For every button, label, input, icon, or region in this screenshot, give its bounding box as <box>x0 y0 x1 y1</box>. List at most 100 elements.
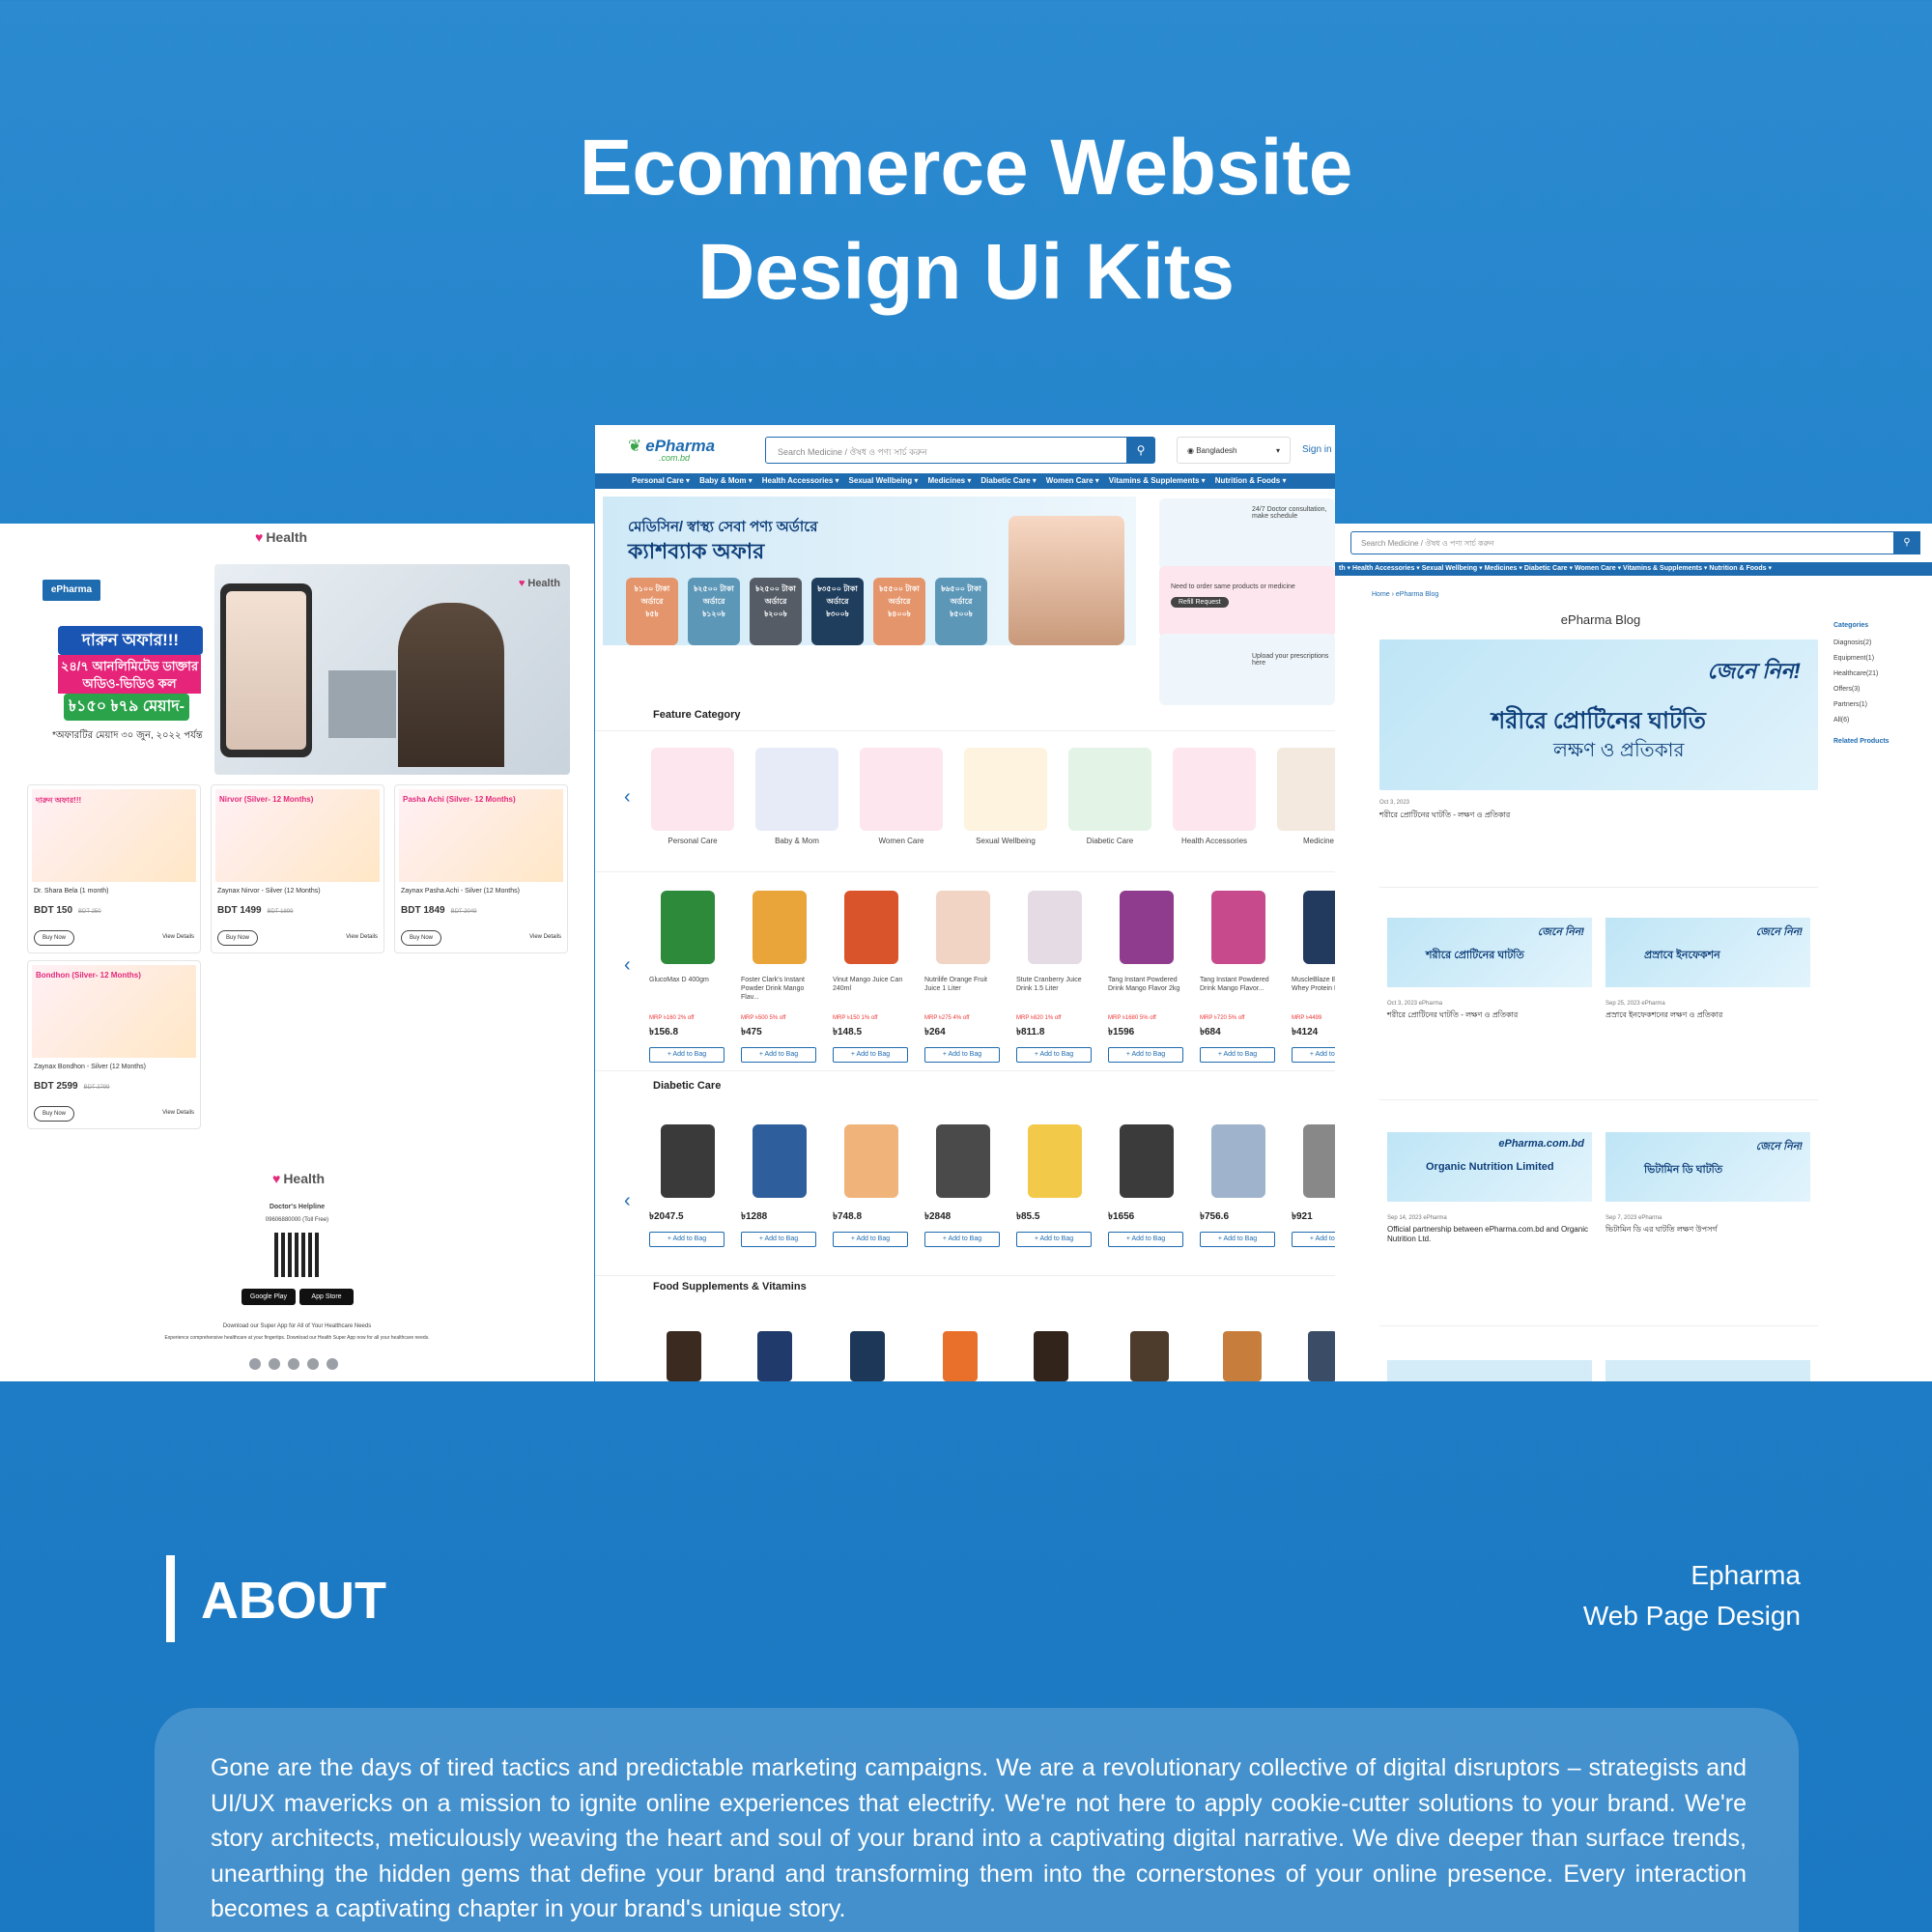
category-item[interactable]: Baby & Mom <box>755 748 838 845</box>
youtube-icon[interactable] <box>327 1358 338 1370</box>
breadcrumb[interactable]: Home › ePharma Blog <box>1372 591 1438 598</box>
nav-item[interactable]: Diabetic Care ▾ <box>980 473 1036 489</box>
doctor-consult-box[interactable]: 24/7 Doctor consultation, make schedule <box>1159 498 1335 570</box>
product-item[interactable]: ৳1288 + Add to Bag <box>741 1124 818 1247</box>
chevron-left-icon[interactable]: ‹ <box>624 786 631 809</box>
product-item[interactable]: ৳2047.5 + Add to Bag <box>649 1124 726 1247</box>
category-nav[interactable]: th ▾ Health Accessories ▾ Sexual Wellbei… <box>1335 562 1932 576</box>
search-button[interactable]: ⚲ <box>1126 437 1155 464</box>
add-to-bag-button[interactable]: + Add to Bag <box>924 1232 1000 1247</box>
buy-now-button[interactable]: Buy Now <box>401 930 441 946</box>
product-item[interactable]: ৳748.8 + Add to Bag <box>833 1124 910 1247</box>
product-item[interactable]: ৳921+ Add to Bag <box>1292 1124 1335 1247</box>
product-item[interactable]: Stute Cranberry Juice Drink 1.5 Liter MRP… <box>1016 891 1094 1063</box>
add-to-bag-button[interactable]: + Add to Bag <box>649 1047 724 1063</box>
product-item[interactable]: Tang Instant Powdered Drink Mango Flavor… <box>1108 891 1185 1063</box>
category-item[interactable]: Diabetic Care <box>1068 748 1151 845</box>
nav-item[interactable]: Health Accessories ▾ <box>762 473 839 489</box>
cashback-banner[interactable]: মেডিসিন/ স্বাস্থ্য সেবা পণ্য অর্ডারে ক্য… <box>603 497 1136 645</box>
category-item[interactable]: Personal Care <box>651 748 734 845</box>
product-item[interactable]: Foster Clark's Instant Powder Drink Mang… <box>741 891 818 1063</box>
post-title[interactable]: শরীরে প্রোটিনের ঘাটতি - লক্ষণ ও প্রতিকার <box>1387 1010 1592 1020</box>
post-title[interactable]: প্রস্রাবে ইনফেকশনের লক্ষণ ও প্রতিকার <box>1605 1010 1810 1020</box>
chevron-left-icon[interactable]: ‹ <box>624 1190 631 1212</box>
nav-item[interactable]: Baby & Mom ▾ <box>699 473 753 489</box>
helpline-number[interactable]: 09606880000 (Toll Free) <box>0 1217 594 1223</box>
prescription-box[interactable]: Upload your prescriptions here <box>1159 634 1335 705</box>
featured-title[interactable]: শরীরে প্রোটিনের ঘাটতি - লক্ষণ ও প্রতিকার <box>1379 810 1510 822</box>
product-item[interactable]: MuscleBlaze Beginner's Whey Protein Pow.… <box>1292 891 1335 1063</box>
product-item[interactable]: Vinut Mango Juice Can 240ml MRP ৳150 1% o… <box>833 891 910 1063</box>
sign-in-link[interactable]: Sign in <box>1302 444 1332 455</box>
buy-now-button[interactable]: Buy Now <box>217 930 258 946</box>
blog-post-card[interactable]: ePharma.com.bd Organic Nutrition Limited … <box>1387 1132 1592 1244</box>
product-item[interactable]: ৳1656 + Add to Bag <box>1108 1124 1185 1247</box>
category-link[interactable]: Equipment(1) <box>1833 655 1874 662</box>
twitter-icon[interactable] <box>288 1358 299 1370</box>
category-link[interactable]: All(6) <box>1833 717 1849 724</box>
nav-item[interactable]: Nutrition & Foods ▾ <box>1215 473 1287 489</box>
linkedin-icon[interactable] <box>269 1358 280 1370</box>
view-details-link[interactable]: View Details <box>529 934 561 940</box>
category-item[interactable]: Medicine <box>1277 748 1335 845</box>
product-card[interactable]: Pasha Achi (Silver- 12 Months) Zaynax Pa… <box>394 784 568 953</box>
category-link[interactable]: Diagnosis(2) <box>1833 639 1871 646</box>
product-item[interactable]: ৳2848 + Add to Bag <box>924 1124 1002 1247</box>
add-to-bag-button[interactable]: + Add to Bag <box>1108 1232 1183 1247</box>
product-item[interactable]: ৳756.6 + Add to Bag <box>1200 1124 1277 1247</box>
category-link[interactable]: Healthcare(21) <box>1833 670 1878 677</box>
category-item[interactable]: Health Accessories <box>1173 748 1256 845</box>
add-to-bag-button[interactable]: + Add to Bag <box>1108 1047 1183 1063</box>
add-to-bag-button[interactable]: + Add to Bag <box>1200 1232 1275 1247</box>
add-to-bag-button[interactable]: + Add to Bag <box>649 1232 724 1247</box>
nav-item[interactable]: Personal Care ▾ <box>632 473 690 489</box>
add-to-bag-button[interactable]: + Add to Bag <box>1016 1232 1092 1247</box>
refill-box[interactable]: Need to order same products or medicine R… <box>1159 566 1335 638</box>
epharma-logo[interactable]: ❦ ePharma .com.bd <box>628 437 715 463</box>
post-title[interactable]: Official partnership between ePharma.com… <box>1387 1225 1592 1244</box>
category-link[interactable]: Partners(1) <box>1833 701 1867 708</box>
buy-now-button[interactable]: Buy Now <box>34 930 74 946</box>
nav-item[interactable]: Vitamins & Supplements ▾ <box>1109 473 1206 489</box>
product-item[interactable]: ৳85.5 + Add to Bag <box>1016 1124 1094 1247</box>
search-input[interactable]: Search Medicine / ঔষধ ও পণ্য সার্চ করুন <box>1350 531 1907 554</box>
product-item[interactable]: Nutrilife Orange Fruit Juice 1 Liter MRP … <box>924 891 1002 1063</box>
google-play-button[interactable]: Google Play <box>242 1289 296 1305</box>
category-item[interactable]: Women Care <box>860 748 943 845</box>
product-card[interactable]: Nirvor (Silver- 12 Months) Zaynax Nirvor… <box>211 784 384 953</box>
add-to-bag-button[interactable]: + Add to Bag <box>1292 1047 1335 1063</box>
search-input[interactable]: Search Medicine / ঔষধ ও পণ্য সার্চ করুন <box>765 437 1130 464</box>
post-title[interactable]: ভিটামিন ডি এর ঘাটতি লক্ষণ উপসর্গ <box>1605 1225 1810 1235</box>
search-button[interactable]: ⚲ <box>1893 531 1920 554</box>
add-to-bag-button[interactable]: + Add to Bag <box>833 1047 908 1063</box>
blog-featured-banner[interactable]: জেনে নিন! শরীরে প্রোটিনের ঘাটতি লক্ষণ ও … <box>1379 639 1818 790</box>
instagram-icon[interactable] <box>307 1358 319 1370</box>
product-card[interactable]: Bondhon (Silver- 12 Months) Zaynax Bondh… <box>27 960 201 1129</box>
category-link[interactable]: Offers(3) <box>1833 686 1861 693</box>
view-details-link[interactable]: View Details <box>162 1110 194 1116</box>
app-store-button[interactable]: App Store <box>299 1289 354 1305</box>
product-card[interactable]: দারুন অফার!!! Dr. Shara Bela (1 month) B… <box>27 784 201 953</box>
product-item[interactable]: GlucoMax D 400gm MRP ৳160 2% off ৳156.8 + A… <box>649 891 726 1063</box>
blog-post-card[interactable]: জেনে নিন! প্রস্রাবে ইনফেকশন Sep 25, 2023 … <box>1605 918 1810 1020</box>
view-details-link[interactable]: View Details <box>162 934 194 940</box>
add-to-bag-button[interactable]: + Add to Bag <box>833 1232 908 1247</box>
add-to-bag-button[interactable]: + Add to Bag <box>1016 1047 1092 1063</box>
blog-post-card[interactable]: জেনে নিন! শরীরে প্রোটিনের ঘাটতি Oct 3, 20… <box>1387 918 1592 1020</box>
add-to-bag-button[interactable]: + Add to Bag <box>741 1232 816 1247</box>
add-to-bag-button[interactable]: + Add to Bag <box>741 1047 816 1063</box>
location-select[interactable]: ◉ Bangladesh ▾ <box>1177 437 1291 464</box>
chevron-left-icon[interactable]: ‹ <box>624 954 631 977</box>
add-to-bag-button[interactable]: + Add to Bag <box>1200 1047 1275 1063</box>
add-to-bag-button[interactable]: + Add to Bag <box>1292 1232 1335 1247</box>
view-details-link[interactable]: View Details <box>346 934 378 940</box>
nav-item[interactable]: Sexual Wellbeing ▾ <box>849 473 919 489</box>
blog-post-card[interactable]: জেনে নিন! ভিটামিন ডি ঘাটতি Sep 7, 2023 eP… <box>1605 1132 1810 1235</box>
category-item[interactable]: Sexual Wellbeing <box>964 748 1047 845</box>
buy-now-button[interactable]: Buy Now <box>34 1106 74 1122</box>
facebook-icon[interactable] <box>249 1358 261 1370</box>
nav-item[interactable]: Women Care ▾ <box>1046 473 1099 489</box>
add-to-bag-button[interactable]: + Add to Bag <box>924 1047 1000 1063</box>
product-item[interactable]: Tang Instant Powdered Drink Mango Flavor… <box>1200 891 1277 1063</box>
nav-item[interactable]: Medicines ▾ <box>927 473 971 489</box>
